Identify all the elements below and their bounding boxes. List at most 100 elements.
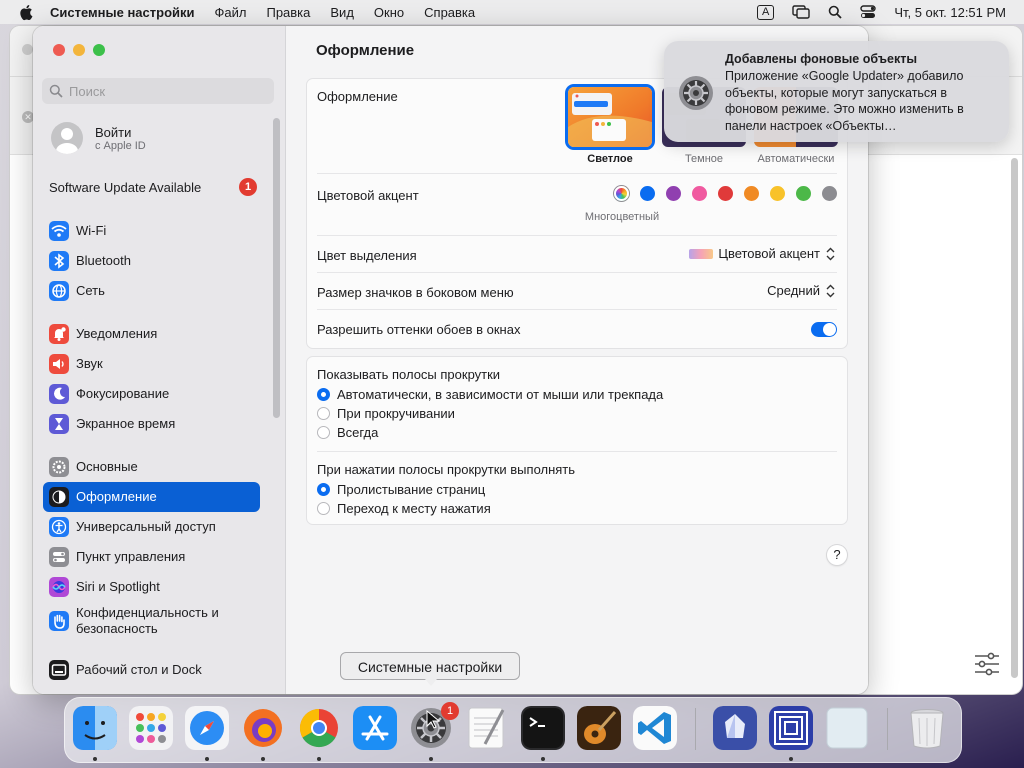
sidebar-item-label: Рабочий стол и Dock	[76, 662, 202, 677]
help-button[interactable]: ?	[827, 545, 847, 565]
accent-color-swatch[interactable]	[822, 186, 837, 201]
chrome-icon[interactable]	[297, 706, 341, 750]
sliders-icon[interactable]	[974, 652, 1000, 676]
radio-label: Всегда	[337, 425, 379, 440]
sidebar: Поиск Войти с Apple ID Software Update A…	[33, 26, 286, 694]
launchpad-icon[interactable]	[129, 706, 173, 750]
radio-label: При прокручивании	[337, 406, 455, 421]
sidebar-item-bluetooth[interactable]: Bluetooth	[43, 246, 260, 276]
wallpaper-tint-toggle[interactable]	[811, 322, 837, 337]
dock-icon	[49, 660, 69, 680]
wifi-icon	[49, 221, 69, 241]
appearance-label: Оформление	[317, 89, 398, 104]
jump-next-page-radio[interactable]: Пролистывание страниц	[317, 482, 485, 497]
sidebar-item-accessibility[interactable]: Универсальный доступ	[43, 512, 260, 542]
screen-mirroring-icon[interactable]	[792, 5, 811, 19]
sidebar-item-appearance[interactable]: Оформление	[43, 482, 260, 512]
sidebar-item-wifi[interactable]: Wi-Fi	[43, 216, 260, 246]
software-update-item[interactable]: Software Update Available 1	[49, 178, 257, 196]
safari-icon[interactable]	[185, 706, 229, 750]
accent-color-swatch[interactable]	[796, 186, 811, 201]
spotlight-search-icon[interactable]	[828, 5, 842, 19]
sidebar-item-globe[interactable]: Сеть	[43, 276, 260, 306]
radio-unselected	[317, 407, 330, 420]
bluetooth-icon	[49, 251, 69, 271]
dock-separator	[695, 708, 696, 750]
app-icon[interactable]	[713, 706, 757, 750]
accent-multicolor-swatch[interactable]	[614, 186, 629, 201]
window-icon[interactable]	[769, 706, 813, 750]
menu-file[interactable]: Файл	[215, 5, 247, 20]
sidebar-item-siri[interactable]: Siri и Spotlight	[43, 572, 260, 602]
sidebar-item-gear[interactable]: Основные	[43, 452, 260, 482]
wallpaper-tint-label: Разрешить оттенки обоев в окнах	[317, 322, 521, 337]
sidebar-item-hand[interactable]: Конфиденциальность и безопасность	[43, 604, 260, 638]
scrollbars-auto-radio[interactable]: Автоматически, в зависимости от мыши или…	[317, 387, 663, 402]
sidebar-item-dock[interactable]: Рабочий стол и Dock	[43, 655, 260, 685]
sidebar-scrollbar[interactable]	[273, 118, 280, 418]
scrollbars-when-scrolling-radio[interactable]: При прокручивании	[317, 406, 455, 421]
background-window-scrollbar[interactable]	[1011, 158, 1018, 678]
app-store-icon[interactable]	[353, 706, 397, 750]
sidebar-search-field[interactable]: Поиск	[42, 78, 274, 104]
control-center-menu-icon[interactable]	[860, 5, 877, 19]
finder-icon[interactable]	[73, 706, 117, 750]
menu-bar: Системные настройки Файл Правка Вид Окно…	[0, 0, 1024, 24]
siri-icon	[49, 577, 69, 597]
radio-label: Автоматически, в зависимости от мыши или…	[337, 387, 664, 402]
accent-color-swatch[interactable]	[640, 186, 655, 201]
speaker-icon	[49, 354, 69, 374]
terminal-icon[interactable]	[521, 706, 565, 750]
sidebar-item-bell[interactable]: Уведомления	[43, 319, 260, 349]
accessibility-icon	[49, 517, 69, 537]
highlight-color-popup[interactable]: Цветовой акцент	[689, 246, 835, 261]
menu-clock[interactable]: Чт, 5 окт. 12:51 PM	[894, 5, 1006, 20]
divider	[317, 309, 837, 310]
highlight-color-value: Цветовой акцент	[718, 246, 820, 261]
accent-color-swatch[interactable]	[666, 186, 681, 201]
sidebar-item-label: Фокусирование	[76, 386, 170, 401]
accent-selected-name: Многоцветный	[584, 211, 660, 223]
sidebar-icon-size-label: Размер значков в боковом меню	[317, 285, 514, 300]
apple-id-signin[interactable]: Войти с Apple ID	[51, 122, 146, 154]
sidebar-icon-size-popup[interactable]: Средний	[767, 283, 835, 298]
scrollbar-settings-card: Показывать полосы прокрутки Автоматическ…	[306, 356, 848, 525]
sidebar-item-label: Универсальный доступ	[76, 519, 216, 534]
sidebar-icon-size-value: Средний	[767, 283, 820, 298]
window-zoom-button[interactable]	[93, 44, 105, 56]
menu-view[interactable]: Вид	[330, 5, 354, 20]
window-minimize-button[interactable]	[73, 44, 85, 56]
accent-color-swatch[interactable]	[718, 186, 733, 201]
input-source-indicator[interactable]: A	[756, 4, 775, 20]
garageband-icon[interactable]	[577, 706, 621, 750]
radio-label: Пролистывание страниц	[337, 482, 486, 497]
menu-window[interactable]: Окно	[374, 5, 404, 20]
menu-app-name[interactable]: Системные настройки	[50, 5, 195, 20]
notification-banner[interactable]: Добавлены фоновые объекты Приложение «Go…	[664, 41, 1009, 142]
menu-edit[interactable]: Правка	[266, 5, 310, 20]
highlight-color-label: Цвет выделения	[317, 248, 417, 263]
apple-id-subtitle: с Apple ID	[95, 139, 146, 152]
background-window-close-button[interactable]	[22, 44, 33, 55]
accent-color-swatch[interactable]	[770, 186, 785, 201]
vscode-icon[interactable]	[633, 706, 677, 750]
radio-label: Переход к месту нажатия	[337, 501, 491, 516]
apple-logo-icon[interactable]	[18, 3, 36, 21]
jump-to-spot-radio[interactable]: Переход к месту нажатия	[317, 501, 491, 516]
accent-color-swatch[interactable]	[744, 186, 759, 201]
window-close-button[interactable]	[53, 44, 65, 56]
firefox-icon[interactable]	[241, 706, 285, 750]
scrollbars-always-radio[interactable]: Всегда	[317, 425, 378, 440]
textedit-icon[interactable]	[465, 706, 509, 750]
sidebar-item-hourglass[interactable]: Экранное время	[43, 409, 260, 439]
sidebar-item-speaker[interactable]: Звук	[43, 349, 260, 379]
toggle-knob	[823, 323, 836, 336]
trash-icon[interactable]	[905, 706, 949, 750]
sidebar-item-label: Экранное время	[76, 416, 176, 431]
sidebar-item-moon[interactable]: Фокусирование	[43, 379, 260, 409]
blank-icon[interactable]	[825, 706, 869, 750]
sidebar-item-control-center[interactable]: Пункт управления	[43, 542, 260, 572]
theme-light-option[interactable]	[568, 87, 652, 147]
accent-color-swatch[interactable]	[692, 186, 707, 201]
menu-help[interactable]: Справка	[424, 5, 475, 20]
